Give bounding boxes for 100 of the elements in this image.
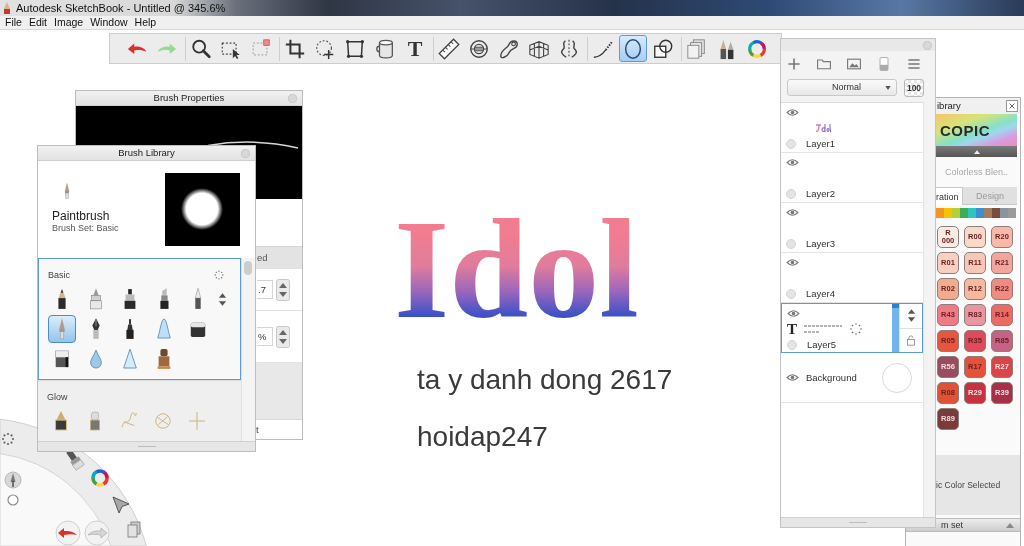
circle-icon[interactable] [7, 494, 19, 506]
text-thumbnail-drawing [804, 323, 844, 335]
caret-down-icon [885, 85, 891, 90]
glowing-pen-icon [52, 409, 70, 433]
status-text: ic Color Selected [936, 480, 1001, 490]
stacked-pages-icon[interactable] [127, 521, 141, 538]
layer-row[interactable]: Layer2 [781, 153, 923, 203]
layer-name: Layer3 [806, 238, 836, 250]
blend-mode-dropdown[interactable]: Normal [787, 79, 897, 96]
value-field[interactable]: % [257, 327, 273, 346]
up-down-arrows-icon[interactable] [218, 293, 227, 306]
opacity-field[interactable]: 100 [904, 79, 924, 97]
technical-pen-icon [87, 287, 105, 311]
eye-icon[interactable] [786, 373, 799, 382]
layer-row[interactable]: T Layer5 [781, 303, 923, 353]
spinner-arrows-icon[interactable] [276, 278, 290, 301]
square-circle-icon [652, 37, 674, 60]
menu-item[interactable]: Edit [28, 16, 47, 29]
circle-toggle-icon[interactable] [786, 139, 796, 149]
lock-icon[interactable] [906, 334, 916, 346]
color-family-tab[interactable] [960, 208, 968, 218]
circle-toggle-icon[interactable] [786, 239, 796, 249]
menu-item[interactable]: Image [54, 16, 84, 29]
color-family-tab[interactable] [992, 208, 1000, 218]
layer-name: Layer1 [806, 138, 836, 150]
dotted-circle-icon[interactable] [1, 432, 15, 446]
layer-row[interactable]: Background [781, 353, 923, 403]
brush-set-label: Brush Set: Basic [52, 223, 119, 234]
cone-icon [155, 317, 173, 341]
flat-brush-icon[interactable] [66, 449, 85, 471]
up-down-arrows-icon[interactable] [906, 309, 916, 323]
text-layer-symbol: T [787, 321, 798, 337]
color-family-tab[interactable] [984, 208, 992, 218]
brush-name: Paintbrush [52, 209, 110, 223]
spinner-arrows-icon[interactable] [276, 325, 290, 348]
section-label: Glow [47, 391, 68, 403]
ellipse-icon [622, 37, 644, 60]
color-wheel-icon[interactable] [91, 469, 109, 487]
corner-points-square-icon [344, 37, 366, 60]
cursor-arrow-icon[interactable] [112, 496, 130, 514]
footer-label[interactable]: m set [941, 519, 963, 531]
color-swatch-icon[interactable] [882, 362, 912, 393]
layer-row[interactable]: Layer3 [781, 203, 923, 253]
menu-item[interactable]: Window [90, 16, 128, 29]
drag-handle[interactable] [892, 304, 899, 352]
color-family-tab[interactable] [1000, 208, 1008, 218]
scrollbar-thumb[interactable] [244, 261, 252, 275]
triangle-icon [121, 347, 139, 371]
layer-name: Background [806, 371, 857, 384]
eye-icon[interactable] [787, 309, 800, 318]
dotted-circle-icon[interactable] [214, 270, 224, 280]
circle-toggle-icon[interactable] [787, 340, 797, 350]
menu-item[interactable]: Help [134, 16, 157, 29]
tab[interactable]: ration [936, 187, 963, 205]
color-family-tab[interactable] [1008, 208, 1016, 218]
ellipse-guide-icon [468, 37, 490, 60]
text-tool-button[interactable]: T [401, 35, 429, 62]
menu-item[interactable]: File [5, 16, 22, 29]
window-title: Autodesk SketchBook - Untitled @ 345.6% [16, 1, 226, 15]
circle-toggle-icon[interactable] [786, 289, 796, 299]
ruler-button[interactable] [435, 35, 463, 62]
tab[interactable]: ed [257, 252, 268, 264]
eye-icon[interactable] [786, 258, 799, 267]
eye-icon[interactable] [786, 108, 799, 117]
thumbnail-drawing [814, 122, 832, 134]
layer-name: Layer4 [806, 288, 836, 300]
pencil-icon [3, 2, 11, 14]
ellipse-button[interactable] [619, 35, 647, 62]
stacked-pages-icon [686, 37, 708, 60]
value-field[interactable]: .7 [257, 280, 273, 299]
circle-toggle-icon[interactable] [786, 189, 796, 199]
dashed-circle-cross-icon [314, 37, 336, 60]
color-family-tab[interactable] [936, 208, 944, 218]
color-wheel-icon [746, 37, 768, 60]
color-family-tab[interactable] [944, 208, 952, 218]
color-family-tab[interactable] [976, 208, 984, 218]
plus-icon[interactable] [786, 55, 802, 72]
device-icon[interactable] [876, 55, 892, 72]
crop-icon [284, 37, 306, 60]
eye-icon[interactable] [786, 158, 799, 167]
layer-row[interactable]: Layer1 [781, 103, 923, 153]
french-curve-icon [498, 37, 520, 60]
magnifier-icon [190, 37, 212, 60]
undo-icon[interactable] [55, 520, 81, 546]
caret-up-icon [973, 149, 980, 154]
pencil-tip-icon[interactable] [4, 471, 22, 489]
canvas-text: ta y danh dong 2617 [417, 366, 673, 394]
panel-title: Brush Library [118, 147, 175, 159]
layer-name: Layer5 [807, 339, 837, 351]
bucket-icon [374, 37, 396, 60]
panel-title: Brush Properties [153, 92, 225, 104]
stamp-icon [155, 347, 173, 371]
eye-icon[interactable] [786, 208, 799, 217]
color-family-tab[interactable] [968, 208, 976, 218]
layer-name: Layer2 [806, 188, 836, 200]
caret-up-icon[interactable] [1006, 522, 1014, 528]
layer-row[interactable]: Layer4 [781, 253, 923, 303]
dotted-circle-icon [850, 323, 862, 335]
color-family-tab[interactable] [952, 208, 960, 218]
close-icon[interactable] [1006, 100, 1018, 112]
